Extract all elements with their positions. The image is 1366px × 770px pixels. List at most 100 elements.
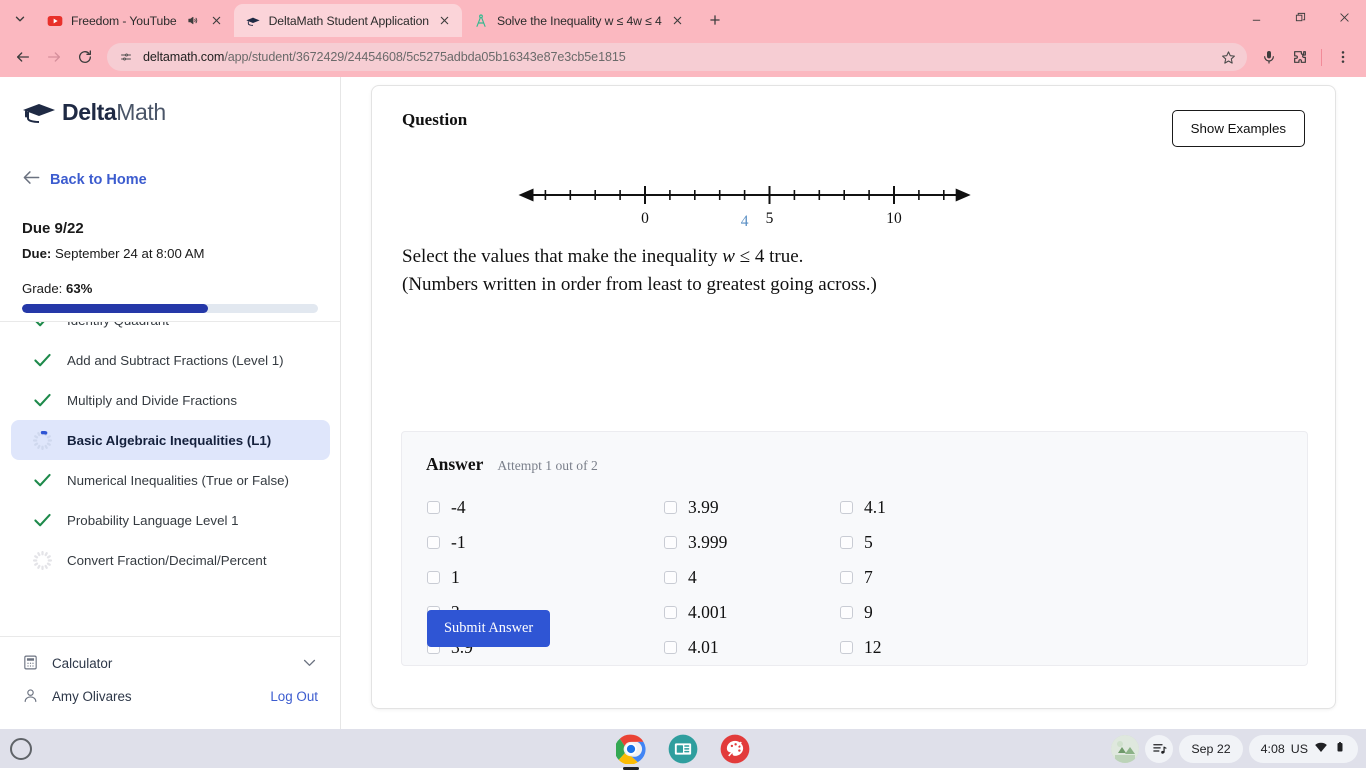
answer-choice[interactable]: 12 xyxy=(840,637,1307,658)
clock-label: 4:08 xyxy=(1260,741,1285,756)
microphone-icon[interactable] xyxy=(1254,42,1284,72)
choice-label: 4.001 xyxy=(688,602,728,622)
sidebar-item-label: Identify Quadrant xyxy=(67,322,169,328)
answer-label: Answer xyxy=(426,454,484,474)
news-icon[interactable] xyxy=(668,734,698,764)
browser-tab-deltamath[interactable]: DeltaMath Student Application xyxy=(233,4,462,37)
back-to-home-link[interactable]: Back to Home xyxy=(0,168,340,192)
choice-checkbox[interactable] xyxy=(840,606,853,619)
art-palette-icon[interactable] xyxy=(720,734,750,764)
choice-checkbox[interactable] xyxy=(664,606,677,619)
check-icon xyxy=(33,351,52,370)
status-tray-pill[interactable]: 4:08 US xyxy=(1248,734,1358,763)
due-title: Due 9/22 xyxy=(22,220,84,237)
answer-choice[interactable]: 7 xyxy=(840,567,1307,588)
tab-close-icon[interactable] xyxy=(670,13,686,29)
tab-audio-icon[interactable] xyxy=(185,13,201,29)
browser-menu-icon[interactable] xyxy=(1328,42,1358,72)
answer-choice[interactable]: 3.999 xyxy=(664,532,840,553)
browser-tab-inequality[interactable]: Solve the Inequality w ≤ 4w ≤ 4 xyxy=(462,4,695,37)
chevron-down-icon[interactable] xyxy=(301,654,318,674)
show-examples-button[interactable]: Show Examples xyxy=(1171,110,1305,147)
prompt-operator: ≤ xyxy=(734,246,755,267)
choice-label: 1 xyxy=(451,567,460,587)
prompt-line-1: Select the values that make the inequali… xyxy=(402,243,1305,271)
bookmark-star-icon[interactable] xyxy=(1215,44,1241,70)
user-avatar[interactable] xyxy=(1111,734,1140,763)
answer-choice[interactable]: 5 xyxy=(840,532,1307,553)
answer-choice[interactable]: -1 xyxy=(427,532,664,553)
forward-icon[interactable] xyxy=(39,42,69,72)
number-line-tick-label: 5 xyxy=(766,210,774,227)
choice-checkbox[interactable] xyxy=(840,641,853,654)
youtube-icon xyxy=(47,13,63,29)
submit-answer-button[interactable]: Submit Answer xyxy=(427,610,551,647)
number-line-tick-label: 10 xyxy=(886,210,902,227)
sidebar-item-topic[interactable]: Identify Quadrant xyxy=(11,322,330,340)
choice-checkbox[interactable] xyxy=(664,536,677,549)
tab-title: DeltaMath Student Application xyxy=(268,13,429,28)
answer-choice[interactable]: -4 xyxy=(427,497,664,518)
choice-checkbox[interactable] xyxy=(840,501,853,514)
sidebar-footer: Calculator Amy Olivares Log Out xyxy=(0,636,340,729)
choice-label: -4 xyxy=(451,497,466,517)
close-icon[interactable] xyxy=(1322,0,1366,34)
tab-search-icon[interactable] xyxy=(6,5,34,33)
back-icon[interactable] xyxy=(8,42,38,72)
sidebar-item-topic[interactable]: Multiply and Divide Fractions xyxy=(11,380,330,420)
topic-list[interactable]: Identify Quadrant Add and Subtract Fracti… xyxy=(0,321,340,636)
deltamath-logo[interactable]: DeltaMath xyxy=(0,77,340,126)
calculator-row[interactable]: Calculator xyxy=(22,647,318,680)
page-content: DeltaMath Back to Home Due 9/22 Due: Sep… xyxy=(0,77,1366,729)
sidebar-item-label: Convert Fraction/Decimal/Percent xyxy=(67,552,267,568)
sidebar-item-topic[interactable]: Basic Algebraic Inequalities (L1) xyxy=(11,420,330,460)
compass-icon xyxy=(473,13,489,29)
site-info-icon[interactable] xyxy=(117,48,135,66)
choice-checkbox[interactable] xyxy=(427,536,440,549)
reload-icon[interactable] xyxy=(70,42,100,72)
playlist-music-icon[interactable] xyxy=(1145,734,1174,763)
restore-icon[interactable] xyxy=(1278,0,1322,34)
minimize-icon[interactable] xyxy=(1234,0,1278,34)
choice-checkbox[interactable] xyxy=(664,641,677,654)
graduation-cap-icon xyxy=(23,103,55,123)
sidebar-item-topic[interactable]: Add and Subtract Fractions (Level 1) xyxy=(11,340,330,380)
tab-close-icon[interactable] xyxy=(209,13,225,29)
user-row[interactable]: Amy Olivares Log Out xyxy=(22,680,318,713)
address-bar[interactable]: deltamath.com/app/student/3672429/244546… xyxy=(107,43,1247,71)
browser-tab-youtube[interactable]: Freedom - YouTube xyxy=(36,4,234,37)
new-tab-button[interactable] xyxy=(701,6,729,34)
grade-value: 63% xyxy=(65,281,93,296)
choice-checkbox[interactable] xyxy=(840,571,853,584)
number-line-highlight-label: 4 xyxy=(741,213,749,230)
answer-choice[interactable]: 4.1 xyxy=(840,497,1307,518)
check-icon xyxy=(33,511,52,530)
date-pill[interactable]: Sep 22 xyxy=(1179,734,1243,763)
grade-progress-fill xyxy=(22,304,209,313)
back-to-home-label: Back to Home xyxy=(50,172,147,188)
answer-choice[interactable]: 3.99 xyxy=(664,497,840,518)
answer-choice[interactable]: 4 xyxy=(664,567,840,588)
choice-checkbox[interactable] xyxy=(427,501,440,514)
wifi-icon xyxy=(1314,740,1328,757)
sidebar-item-topic[interactable]: Probability Language Level 1 xyxy=(11,500,330,540)
system-tray: Sep 22 4:08 US xyxy=(1111,734,1358,763)
choice-checkbox[interactable] xyxy=(664,501,677,514)
choice-checkbox[interactable] xyxy=(840,536,853,549)
choice-checkbox[interactable] xyxy=(664,571,677,584)
in-progress-spinner-icon xyxy=(33,430,52,450)
logout-link[interactable]: Log Out xyxy=(270,689,318,704)
answer-choice[interactable]: 1 xyxy=(427,567,664,588)
sidebar-item-topic[interactable]: Convert Fraction/Decimal/Percent xyxy=(11,540,330,580)
sidebar-item-label: Basic Algebraic Inequalities (L1) xyxy=(67,432,272,448)
chrome-icon[interactable] xyxy=(614,734,646,770)
answer-choice[interactable]: 9 xyxy=(840,602,1307,623)
answer-choice[interactable]: 4.001 xyxy=(664,602,840,623)
extensions-icon[interactable] xyxy=(1285,42,1315,72)
choice-checkbox[interactable] xyxy=(427,571,440,584)
assignment-info: Due 9/22 Due: September 24 at 8:00 AM Gr… xyxy=(0,220,340,313)
sidebar-item-topic[interactable]: Numerical Inequalities (True or False) xyxy=(11,460,330,500)
grade-label: Grade: xyxy=(22,281,66,296)
tab-close-icon[interactable] xyxy=(437,13,453,29)
answer-choice[interactable]: 4.01 xyxy=(664,637,840,658)
